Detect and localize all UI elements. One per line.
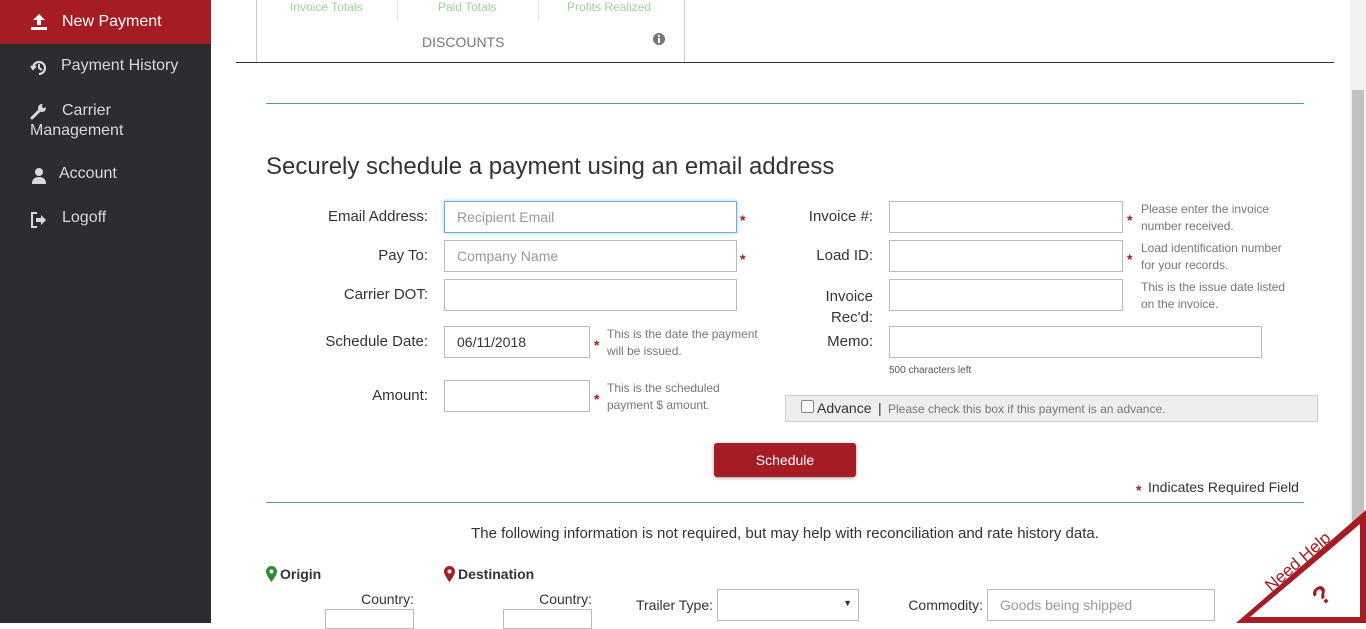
commodity-placeholder: Goods being shipped xyxy=(1000,597,1133,613)
required-star: * xyxy=(1127,212,1133,228)
trailer-type-select[interactable]: ▼ xyxy=(717,589,859,621)
email-input[interactable]: Recipient Email xyxy=(444,201,737,233)
required-star: * xyxy=(1136,482,1142,498)
optional-intro: The following information is not require… xyxy=(471,525,1099,542)
need-help-corner[interactable]: Need Help ? xyxy=(1236,510,1366,623)
info-icon[interactable] xyxy=(653,33,665,45)
load-id-help: Load identification number for your recor… xyxy=(1141,240,1282,274)
origin-country-label: Country: xyxy=(361,591,414,607)
advance-label: Advance xyxy=(817,400,872,416)
amount-help: This is the scheduled payment $ amount. xyxy=(607,380,720,414)
help-line: number received. xyxy=(1141,219,1234,233)
tab-discounts[interactable]: DISCOUNTS xyxy=(422,34,504,50)
destination-country-label: Country: xyxy=(539,591,592,607)
tab-invoice-totals[interactable]: Invoice Totals xyxy=(290,0,363,14)
schedule-date-input[interactable]: 06/11/2018 xyxy=(444,326,590,358)
help-line: This is the issue date listed xyxy=(1141,280,1286,294)
sidebar-item-carrier-management[interactable]: Carrier Management xyxy=(0,88,211,152)
help-line: payment $ amount. xyxy=(607,398,710,412)
invoice-help: Please enter the invoice number received. xyxy=(1141,201,1269,235)
commodity-label: Commodity: xyxy=(908,597,983,613)
invoice-recd-label: Invoice Rec'd: xyxy=(760,286,873,328)
help-line: will be issued. xyxy=(607,344,682,358)
tab-divider xyxy=(397,0,398,20)
advance-help: Please check this box if this payment is… xyxy=(888,402,1166,416)
memo-label: Memo: xyxy=(827,333,873,350)
commodity-input[interactable]: Goods being shipped xyxy=(987,589,1215,621)
upload-icon xyxy=(31,14,47,30)
email-label: Email Address: xyxy=(327,208,428,225)
divider-bottom xyxy=(266,502,1304,503)
advance-row: Advance | Please check this box if this … xyxy=(785,395,1318,422)
help-line: This is the date the payment xyxy=(607,327,758,341)
schedule-date-value: 06/11/2018 xyxy=(457,334,527,350)
origin-pin-icon xyxy=(266,566,277,582)
invoice-input[interactable] xyxy=(889,201,1123,233)
payto-placeholder: Company Name xyxy=(457,248,559,264)
sidebar-item-label: Carrier Management xyxy=(30,102,124,139)
origin-heading: Origin xyxy=(280,566,322,582)
tab-divider xyxy=(538,0,539,20)
email-placeholder: Recipient Email xyxy=(457,209,555,225)
user-icon xyxy=(32,168,46,184)
load-id-input[interactable] xyxy=(889,240,1123,272)
page-title: Securely schedule a payment using an ema… xyxy=(266,153,835,180)
sidebar-item-label: Payment History xyxy=(61,57,179,74)
sidebar-item-account[interactable]: Account xyxy=(0,152,211,196)
invoice-label: Invoice #: xyxy=(808,208,873,225)
required-star: * xyxy=(594,391,600,407)
sidebar-item-new-payment[interactable]: New Payment xyxy=(0,0,211,44)
label-line: Rec'd: xyxy=(830,309,873,326)
help-line: This is the scheduled xyxy=(607,381,720,395)
advance-checkbox[interactable] xyxy=(801,400,814,413)
carrier-dot-input[interactable] xyxy=(444,279,737,311)
logoff-icon xyxy=(31,212,46,228)
invoice-recd-input[interactable] xyxy=(889,279,1123,311)
sidebar-item-logoff[interactable]: Logoff xyxy=(0,196,211,240)
history-icon xyxy=(30,60,47,76)
tab-paid-totals[interactable]: Paid Totals xyxy=(438,0,496,14)
required-star: * xyxy=(740,251,746,267)
required-note: Indicates Required Field xyxy=(1148,479,1299,495)
schedule-date-help: This is the date the payment will be issu… xyxy=(607,326,758,360)
memo-input[interactable] xyxy=(889,326,1262,358)
sidebar-item-label: Logoff xyxy=(62,209,107,226)
help-line: Load identification number xyxy=(1141,241,1282,255)
help-line: Please enter the invoice xyxy=(1141,202,1270,216)
required-star: * xyxy=(594,337,600,353)
payto-input[interactable]: Company Name xyxy=(444,240,737,272)
origin-country-input[interactable] xyxy=(325,609,414,629)
invoice-recd-help: This is the issue date listed on the invo… xyxy=(1141,279,1285,313)
destination-country-input[interactable] xyxy=(503,609,592,629)
label-line: Invoice xyxy=(825,288,873,305)
destination-heading: Destination xyxy=(458,566,535,582)
advance-separator: | xyxy=(878,400,882,416)
divider-top xyxy=(266,103,1304,104)
schedule-date-label: Schedule Date: xyxy=(325,333,428,350)
amount-input[interactable] xyxy=(444,380,590,412)
required-star: * xyxy=(740,212,746,228)
help-line: on the invoice. xyxy=(1141,297,1219,311)
sidebar-item-label: Account xyxy=(59,165,117,182)
load-id-label: Load ID: xyxy=(816,247,873,264)
sidebar-item-label: New Payment xyxy=(62,13,162,30)
carrier-dot-label: Carrier DOT: xyxy=(343,286,428,303)
memo-counter: 500 characters left xyxy=(889,365,972,376)
sidebar-item-payment-history[interactable]: Payment History xyxy=(0,44,211,88)
schedule-button[interactable]: Schedule xyxy=(714,443,856,477)
trailer-type-label: Trailer Type: xyxy=(635,597,713,613)
chevron-down-icon: ▼ xyxy=(843,598,852,608)
required-star: * xyxy=(1127,251,1133,267)
destination-pin-icon xyxy=(444,566,455,582)
help-line: for your records. xyxy=(1141,258,1229,272)
summary-tabs: Invoice Totals Paid Totals Profits Reali… xyxy=(256,0,685,62)
payto-label: Pay To: xyxy=(378,247,428,264)
sidebar: New Payment Payment History Carrier Mana… xyxy=(0,0,211,623)
amount-label: Amount: xyxy=(372,387,428,404)
tabs-bottom-rule xyxy=(236,62,1334,63)
tab-profits-realized[interactable]: Profits Realized xyxy=(567,0,651,14)
